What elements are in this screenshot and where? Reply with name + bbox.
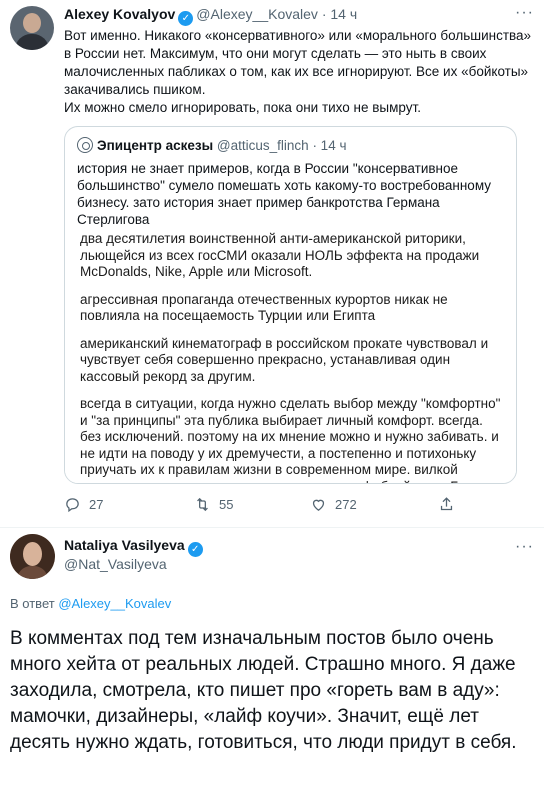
tweet-time[interactable]: · 14 ч — [322, 6, 357, 22]
quoted-author-handle: @atticus_flinch — [216, 138, 309, 153]
image-paragraph: два десятилетия воинственной анти-америк… — [80, 231, 480, 279]
verified-badge-icon: ✓ — [187, 542, 203, 557]
reply-icon — [66, 498, 79, 513]
tweet-header: Alexey Kovalyov ✓ @Alexey__Kovalev · 14 ч — [64, 6, 357, 26]
quoted-tweet-header: Эпицентр аскезы @atticus_flinch · 14 ч — [77, 137, 346, 153]
reply-prefix: В ответ — [10, 596, 59, 611]
reply-count: 27 — [89, 497, 104, 512]
tweet2-header: Nataliya Vasilyeva ✓ — [64, 537, 206, 557]
image-paragraph: всегда в ситуации, когда нужно сделать в… — [80, 396, 501, 483]
retweet-button[interactable]: 55 — [194, 496, 233, 513]
verified-badge-icon: ✓ — [178, 11, 194, 26]
reply-button[interactable]: 27 — [64, 496, 103, 513]
more-icon[interactable]: ··· — [515, 538, 534, 556]
quoted-tweet-text: история не знает примеров, когда в Росси… — [77, 161, 491, 227]
reply-to-link[interactable]: @Alexey__Kovalev — [58, 596, 171, 611]
author-handle[interactable]: @Alexey__Kovalev — [196, 6, 318, 22]
tweet-text-p2: Их можно смело игнорировать, пока они ти… — [64, 100, 421, 115]
like-count: 272 — [335, 497, 357, 512]
tweet-alexey[interactable]: Alexey Kovalyov ✓ @Alexey__Kovalev · 14 ч … — [0, 0, 544, 528]
quoted-tweet-time: · 14 ч — [312, 138, 347, 153]
like-button[interactable]: 272 — [310, 496, 357, 513]
quoted-avatar — [77, 137, 93, 153]
share-button[interactable] — [438, 496, 463, 513]
quoted-author-name: Эпицентр аскезы — [97, 138, 214, 153]
image-paragraph: американский кинематограф в российском п… — [80, 335, 489, 384]
tweet-actions: 27 55 272 — [64, 496, 532, 516]
heart-icon — [312, 499, 325, 511]
more-icon[interactable]: ··· — [515, 4, 534, 22]
reply-context: В ответ @Alexey__Kovalev — [10, 596, 171, 611]
avatar-nataliya[interactable] — [10, 534, 55, 579]
avatar-alexey[interactable] — [10, 6, 54, 50]
retweet-count: 55 — [219, 497, 234, 512]
image-paragraph: агрессивная пропаганда отечественных кур… — [80, 291, 448, 324]
quoted-tweet[interactable]: Эпицентр аскезы @atticus_flinch · 14 ч и… — [64, 126, 517, 484]
author-name[interactable]: Nataliya Vasilyeva — [64, 537, 185, 553]
tweet-text-p1: Вот именно. Никакого «консервативного» и… — [64, 28, 532, 97]
retweet-icon — [197, 497, 208, 512]
author-name[interactable]: Alexey Kovalyov — [64, 6, 175, 22]
share-icon — [440, 497, 453, 511]
quoted-tweet-image[interactable]: два десятилетия воинственной анти-америк… — [65, 227, 516, 483]
tweet-text: Вот именно. Никакого «консервативного» и… — [64, 27, 532, 117]
tweet2-text: В комментах под тем изначальным постов б… — [10, 628, 517, 753]
author-handle[interactable]: @Nat_Vasilyeva — [64, 556, 167, 572]
